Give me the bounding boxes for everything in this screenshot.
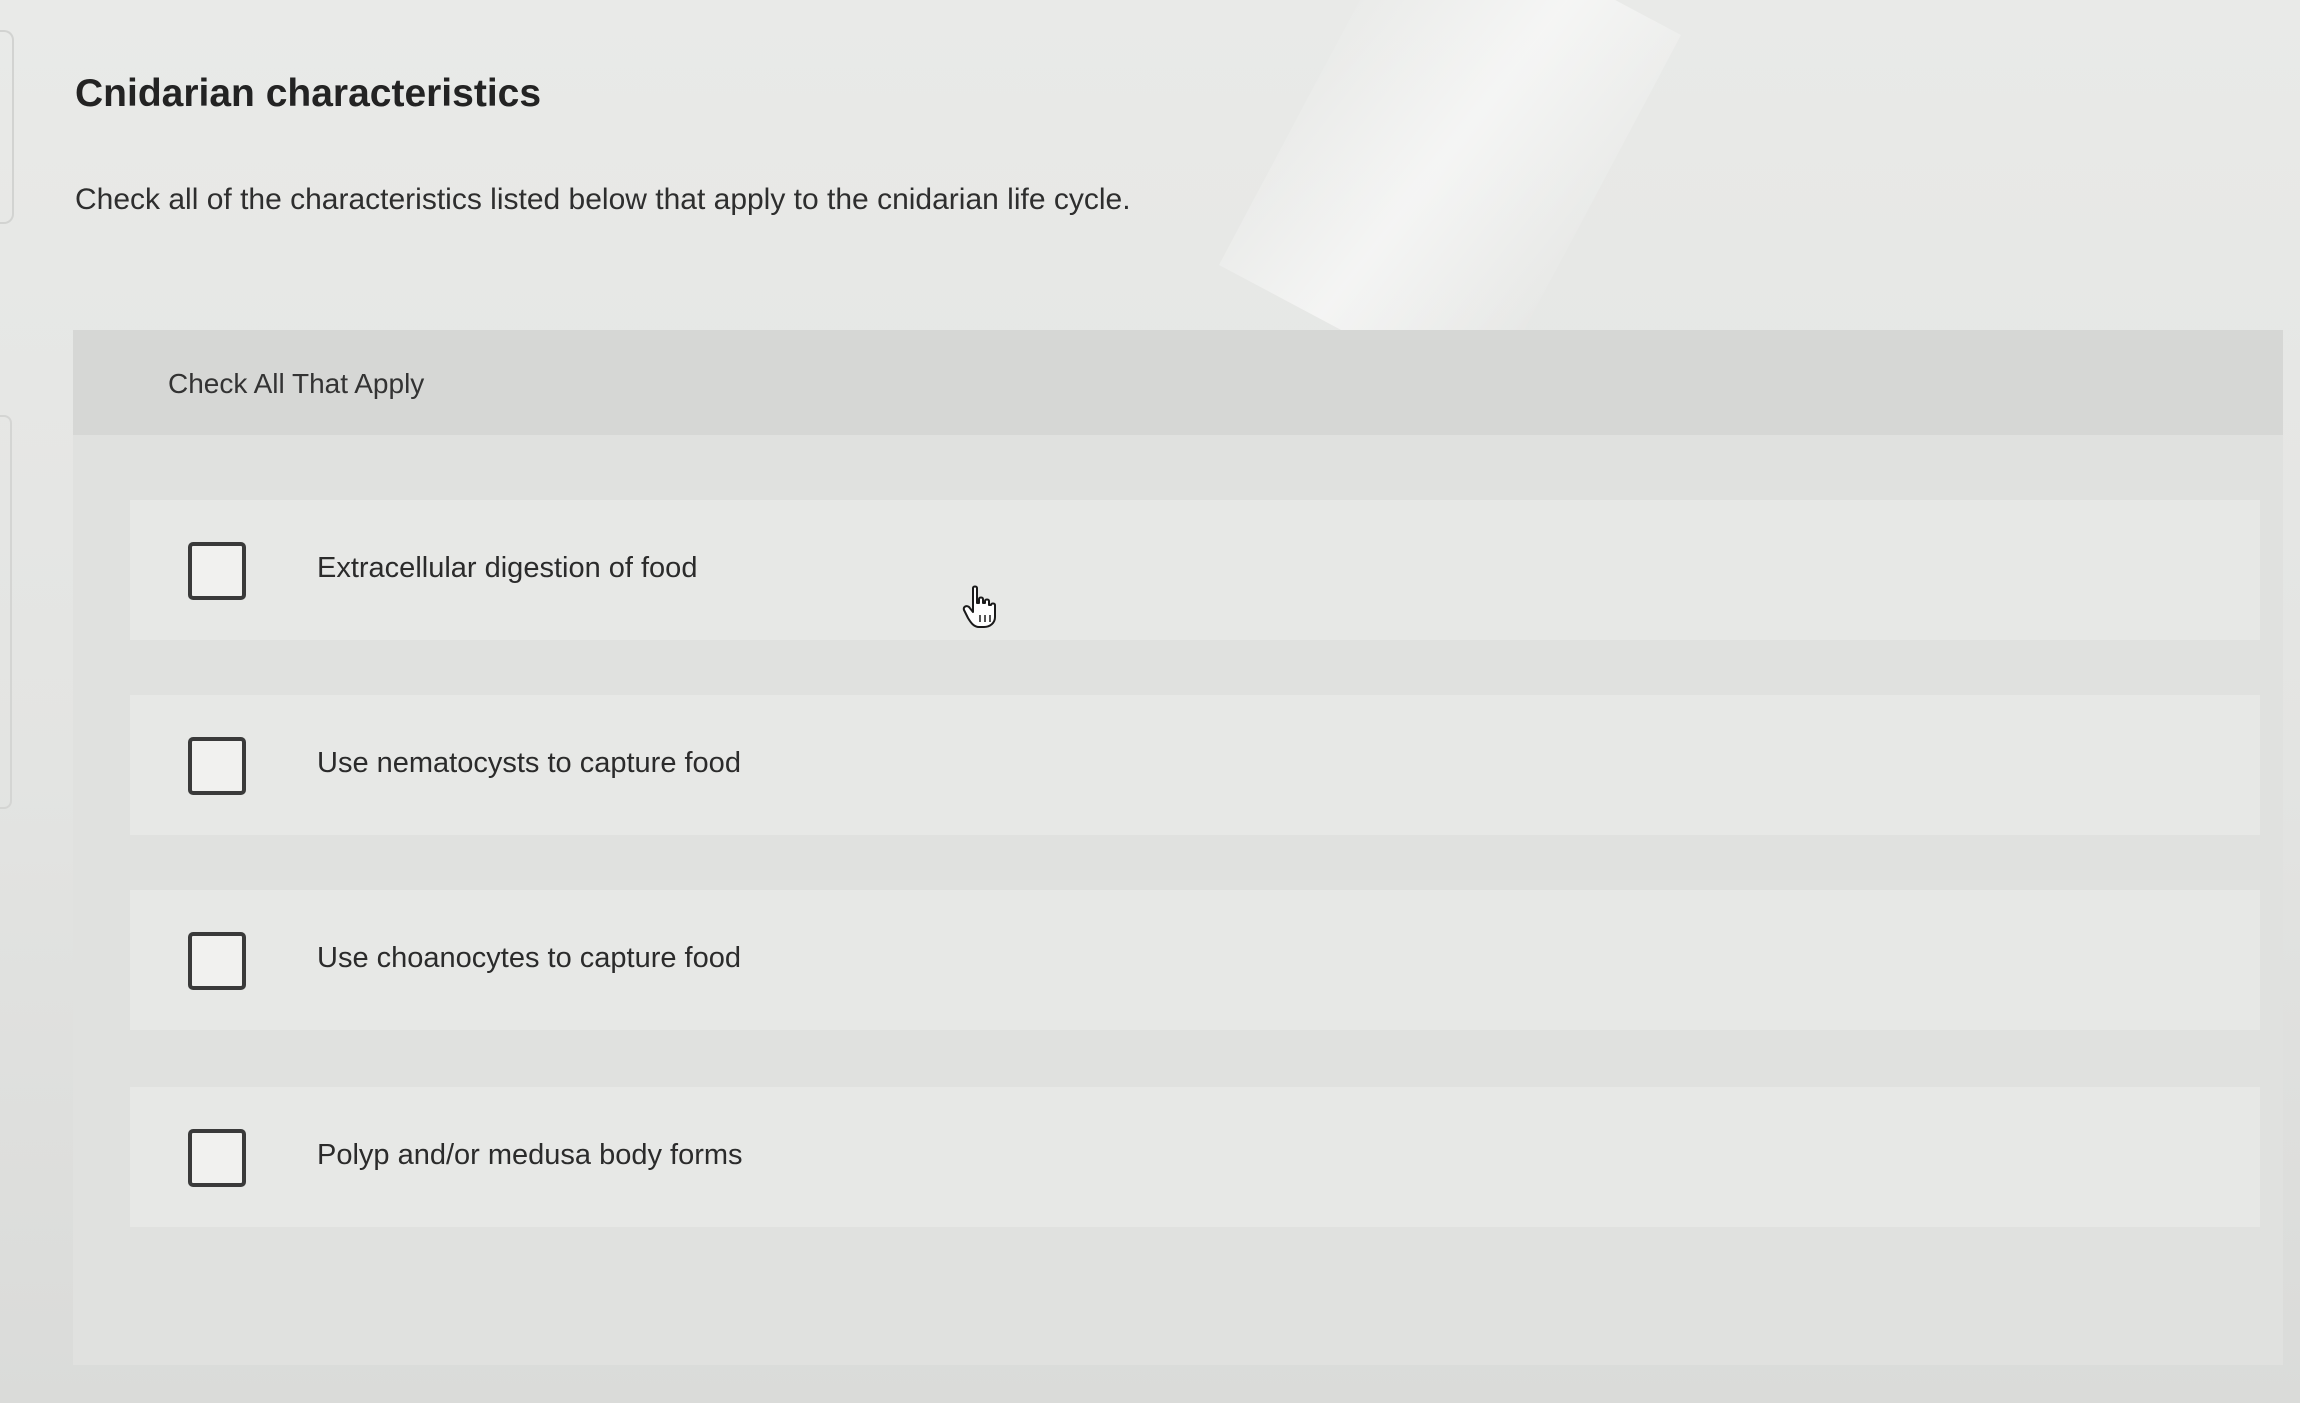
option-row-choanocytes[interactable]: Use choanocytes to capture food bbox=[130, 890, 2260, 1030]
question-instructions: Check all of the characteristics listed … bbox=[75, 183, 1131, 216]
question-panel: Check All That Apply Extracellular diges… bbox=[73, 330, 2283, 1365]
option-label[interactable]: Use choanocytes to capture food bbox=[317, 942, 741, 975]
checkbox-nematocysts[interactable] bbox=[188, 737, 246, 795]
checkbox-choanocytes[interactable] bbox=[188, 932, 246, 990]
panel-header: Check All That Apply bbox=[73, 330, 2283, 435]
option-row-extracellular-digestion[interactable]: Extracellular digestion of food bbox=[130, 500, 2260, 640]
option-row-nematocysts[interactable]: Use nematocysts to capture food bbox=[130, 695, 2260, 835]
left-frame-edge bbox=[0, 30, 14, 224]
hand-pointer-icon bbox=[962, 585, 996, 628]
option-label[interactable]: Polyp and/or medusa body forms bbox=[317, 1139, 743, 1172]
left-frame-edge-lower bbox=[0, 415, 12, 809]
page-title: Cnidarian characteristics bbox=[75, 72, 542, 115]
checkbox-polyp-medusa[interactable] bbox=[188, 1129, 246, 1187]
checkbox-extracellular-digestion[interactable] bbox=[188, 542, 246, 600]
check-all-label: Check All That Apply bbox=[168, 368, 425, 399]
option-label[interactable]: Use nematocysts to capture food bbox=[317, 747, 741, 780]
option-row-polyp-medusa[interactable]: Polyp and/or medusa body forms bbox=[130, 1087, 2260, 1227]
option-label[interactable]: Extracellular digestion of food bbox=[317, 552, 697, 585]
